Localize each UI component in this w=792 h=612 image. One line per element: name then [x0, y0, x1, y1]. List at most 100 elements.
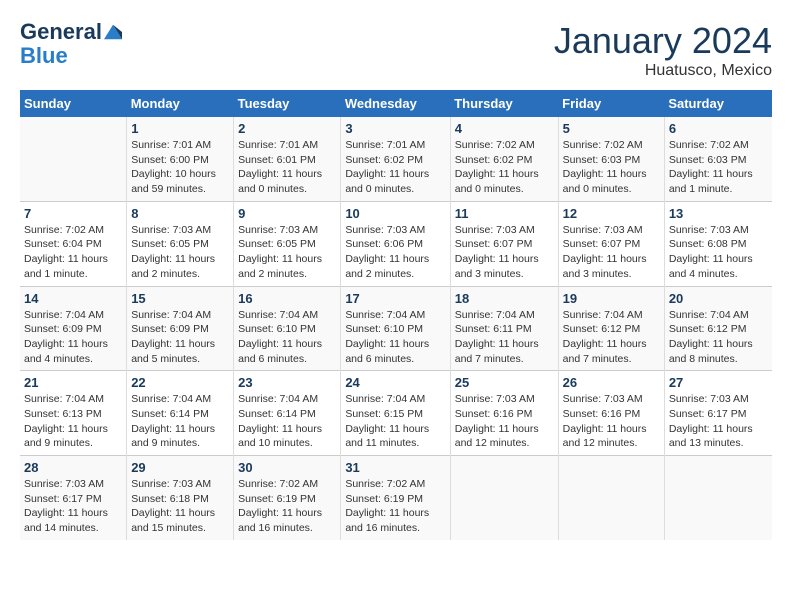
calendar-cell: 15Sunrise: 7:04 AMSunset: 6:09 PMDayligh…: [127, 286, 234, 371]
day-info: Sunrise: 7:02 AMSunset: 6:04 PMDaylight:…: [24, 223, 122, 282]
calendar-cell: 25 Sunrise: 7:03 AMSunset: 6:16 PMDayligh…: [450, 371, 558, 456]
weekday-header-friday: Friday: [558, 90, 664, 117]
day-info: Sunrise: 7:02 AMSunset: 6:03 PMDaylight:…: [563, 138, 660, 197]
day-number: 25: [455, 375, 554, 390]
day-info: Sunrise: 7:02 AMSunset: 6:19 PMDaylight:…: [345, 477, 445, 536]
calendar-week-3: 14Sunrise: 7:04 AMSunset: 6:09 PMDayligh…: [20, 286, 772, 371]
day-info: Sunrise: 7:03 AMSunset: 6:07 PMDaylight:…: [455, 223, 554, 282]
day-number: 28: [24, 460, 122, 475]
calendar-cell: 29 Sunrise: 7:03 AMSunset: 6:18 PMDayligh…: [127, 456, 234, 540]
calendar-cell: [664, 456, 772, 540]
day-info: Sunrise: 7:03 AMSunset: 6:06 PMDaylight:…: [345, 223, 445, 282]
calendar-cell: 4 Sunrise: 7:02 AMSunset: 6:02 PMDaylight…: [450, 117, 558, 201]
calendar-cell: 1 Sunrise: 7:01 AMSunset: 6:00 PMDaylight…: [127, 117, 234, 201]
day-info: Sunrise: 7:03 AMSunset: 6:17 PMDaylight:…: [24, 477, 122, 536]
day-number: 6: [669, 121, 768, 136]
day-info: Sunrise: 7:04 AMSunset: 6:14 PMDaylight:…: [131, 392, 229, 451]
weekday-header-thursday: Thursday: [450, 90, 558, 117]
day-number: 19: [563, 291, 660, 306]
day-number: 30: [238, 460, 336, 475]
day-info: Sunrise: 7:03 AMSunset: 6:18 PMDaylight:…: [131, 477, 229, 536]
title-block: January 2024 Huatusco, Mexico: [554, 20, 772, 80]
logo-icon: [104, 23, 122, 41]
calendar-cell: 7 Sunrise: 7:02 AMSunset: 6:04 PMDaylight…: [20, 201, 127, 286]
calendar-cell: [20, 117, 127, 201]
calendar-week-1: 1 Sunrise: 7:01 AMSunset: 6:00 PMDaylight…: [20, 117, 772, 201]
day-number: 26: [563, 375, 660, 390]
calendar-cell: 21Sunrise: 7:04 AMSunset: 6:13 PMDayligh…: [20, 371, 127, 456]
calendar-cell: 14Sunrise: 7:04 AMSunset: 6:09 PMDayligh…: [20, 286, 127, 371]
weekday-header-sunday: Sunday: [20, 90, 127, 117]
calendar-cell: 18Sunrise: 7:04 AMSunset: 6:11 PMDayligh…: [450, 286, 558, 371]
day-info: Sunrise: 7:03 AMSunset: 6:08 PMDaylight:…: [669, 223, 768, 282]
calendar-cell: 2 Sunrise: 7:01 AMSunset: 6:01 PMDaylight…: [234, 117, 341, 201]
weekday-header-tuesday: Tuesday: [234, 90, 341, 117]
calendar-cell: 11 Sunrise: 7:03 AMSunset: 6:07 PMDayligh…: [450, 201, 558, 286]
day-info: Sunrise: 7:01 AMSunset: 6:02 PMDaylight:…: [345, 138, 445, 197]
calendar-cell: 19 Sunrise: 7:04 AMSunset: 6:12 PMDayligh…: [558, 286, 664, 371]
weekday-header-wednesday: Wednesday: [341, 90, 450, 117]
calendar-cell: 6 Sunrise: 7:02 AMSunset: 6:03 PMDaylight…: [664, 117, 772, 201]
day-number: 4: [455, 121, 554, 136]
day-info: Sunrise: 7:01 AMSunset: 6:00 PMDaylight:…: [131, 138, 229, 197]
calendar-cell: 27Sunrise: 7:03 AMSunset: 6:17 PMDayligh…: [664, 371, 772, 456]
day-number: 24: [345, 375, 445, 390]
calendar-cell: 16 Sunrise: 7:04 AMSunset: 6:10 PMDayligh…: [234, 286, 341, 371]
calendar-week-5: 28 Sunrise: 7:03 AMSunset: 6:17 PMDayligh…: [20, 456, 772, 540]
day-info: Sunrise: 7:02 AMSunset: 6:19 PMDaylight:…: [238, 477, 336, 536]
logo: General Blue: [20, 20, 122, 68]
calendar-cell: 10 Sunrise: 7:03 AMSunset: 6:06 PMDayligh…: [341, 201, 450, 286]
day-info: Sunrise: 7:04 AMSunset: 6:12 PMDaylight:…: [563, 308, 660, 367]
day-info: Sunrise: 7:03 AMSunset: 6:05 PMDaylight:…: [238, 223, 336, 282]
calendar-week-4: 21Sunrise: 7:04 AMSunset: 6:13 PMDayligh…: [20, 371, 772, 456]
calendar-cell: 12 Sunrise: 7:03 AMSunset: 6:07 PMDayligh…: [558, 201, 664, 286]
day-number: 10: [345, 206, 445, 221]
calendar-table: SundayMondayTuesdayWednesdayThursdayFrid…: [20, 90, 772, 540]
day-number: 17: [345, 291, 445, 306]
day-info: Sunrise: 7:04 AMSunset: 6:11 PMDaylight:…: [455, 308, 554, 367]
day-number: 16: [238, 291, 336, 306]
day-number: 27: [669, 375, 768, 390]
calendar-cell: 3 Sunrise: 7:01 AMSunset: 6:02 PMDaylight…: [341, 117, 450, 201]
day-number: 23: [238, 375, 336, 390]
day-number: 1: [131, 121, 229, 136]
day-number: 7: [24, 206, 122, 221]
day-info: Sunrise: 7:02 AMSunset: 6:02 PMDaylight:…: [455, 138, 554, 197]
calendar-cell: 13 Sunrise: 7:03 AMSunset: 6:08 PMDayligh…: [664, 201, 772, 286]
day-number: 12: [563, 206, 660, 221]
calendar-cell: 5 Sunrise: 7:02 AMSunset: 6:03 PMDaylight…: [558, 117, 664, 201]
calendar-cell: 26 Sunrise: 7:03 AMSunset: 6:16 PMDayligh…: [558, 371, 664, 456]
day-number: 8: [131, 206, 229, 221]
calendar-cell: 31 Sunrise: 7:02 AMSunset: 6:19 PMDayligh…: [341, 456, 450, 540]
day-number: 5: [563, 121, 660, 136]
day-number: 31: [345, 460, 445, 475]
day-number: 2: [238, 121, 336, 136]
calendar-week-2: 7 Sunrise: 7:02 AMSunset: 6:04 PMDaylight…: [20, 201, 772, 286]
calendar-cell: 8Sunrise: 7:03 AMSunset: 6:05 PMDaylight…: [127, 201, 234, 286]
day-number: 20: [669, 291, 768, 306]
calendar-cell: [558, 456, 664, 540]
logo-blue: Blue: [20, 44, 122, 68]
day-number: 3: [345, 121, 445, 136]
calendar-cell: 24Sunrise: 7:04 AMSunset: 6:15 PMDayligh…: [341, 371, 450, 456]
day-number: 13: [669, 206, 768, 221]
day-info: Sunrise: 7:03 AMSunset: 6:07 PMDaylight:…: [563, 223, 660, 282]
day-info: Sunrise: 7:04 AMSunset: 6:10 PMDaylight:…: [238, 308, 336, 367]
day-info: Sunrise: 7:03 AMSunset: 6:16 PMDaylight:…: [563, 392, 660, 451]
location-title: Huatusco, Mexico: [554, 62, 772, 80]
day-info: Sunrise: 7:04 AMSunset: 6:10 PMDaylight:…: [345, 308, 445, 367]
logo-general: General: [20, 20, 102, 44]
month-title: January 2024: [554, 20, 772, 62]
day-info: Sunrise: 7:03 AMSunset: 6:16 PMDaylight:…: [455, 392, 554, 451]
day-number: 11: [455, 206, 554, 221]
calendar-cell: 20 Sunrise: 7:04 AMSunset: 6:12 PMDayligh…: [664, 286, 772, 371]
day-number: 15: [131, 291, 229, 306]
day-number: 21: [24, 375, 122, 390]
day-info: Sunrise: 7:02 AMSunset: 6:03 PMDaylight:…: [669, 138, 768, 197]
day-number: 29: [131, 460, 229, 475]
calendar-cell: 9Sunrise: 7:03 AMSunset: 6:05 PMDaylight…: [234, 201, 341, 286]
page-header: General Blue January 2024 Huatusco, Mexi…: [20, 20, 772, 80]
day-info: Sunrise: 7:04 AMSunset: 6:12 PMDaylight:…: [669, 308, 768, 367]
calendar-cell: 28 Sunrise: 7:03 AMSunset: 6:17 PMDayligh…: [20, 456, 127, 540]
day-info: Sunrise: 7:01 AMSunset: 6:01 PMDaylight:…: [238, 138, 336, 197]
